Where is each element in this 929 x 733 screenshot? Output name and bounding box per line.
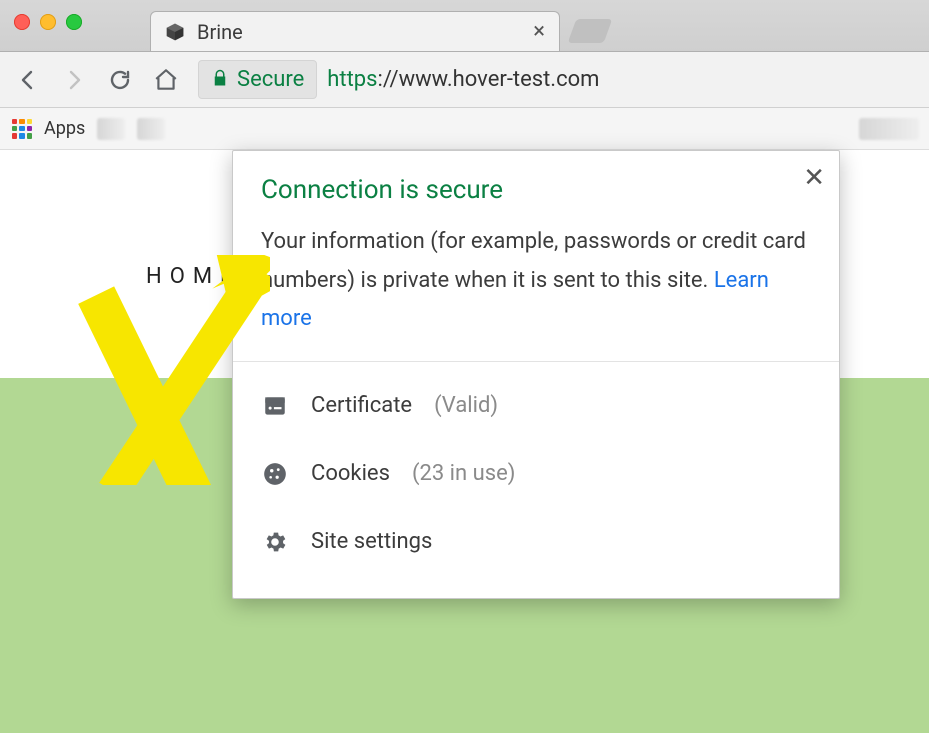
certificate-icon	[261, 392, 289, 420]
tab-active[interactable]: Brine ×	[150, 11, 560, 51]
new-tab-button[interactable]	[568, 19, 613, 43]
bookmark-overflow	[859, 108, 919, 150]
site-settings-item[interactable]: Site settings	[251, 508, 821, 576]
bookmark-item[interactable]	[97, 118, 125, 140]
window-maximize-button[interactable]	[66, 14, 82, 30]
apps-label[interactable]: Apps	[44, 118, 85, 139]
gear-icon	[261, 528, 289, 556]
cookies-status: (23 in use)	[412, 461, 515, 486]
page-content: HOME ✕ Connection is secure Your informa…	[0, 150, 929, 733]
url-text: https://www.hover-test.com	[327, 67, 599, 92]
reload-button[interactable]	[106, 66, 134, 94]
home-button[interactable]	[152, 66, 180, 94]
bookmark-item[interactable]	[137, 118, 165, 140]
nav-bar: Secure https://www.hover-test.com	[0, 52, 929, 108]
url-rest: ://www.hover-test.com	[378, 67, 600, 92]
bookmark-item[interactable]	[859, 118, 919, 140]
window-close-button[interactable]	[14, 14, 30, 30]
address-bar[interactable]: Secure https://www.hover-test.com	[198, 60, 915, 100]
tab-strip: Brine ×	[150, 0, 608, 51]
back-button[interactable]	[14, 66, 42, 94]
url-scheme: https	[327, 67, 377, 92]
popover-text: Your information (for example, passwords…	[261, 223, 811, 339]
window-minimize-button[interactable]	[40, 14, 56, 30]
cookie-icon	[261, 460, 289, 488]
tab-close-button[interactable]: ×	[533, 19, 545, 44]
certificate-item[interactable]: Certificate (Valid)	[251, 372, 821, 440]
certificate-status: (Valid)	[434, 393, 498, 418]
certificate-label: Certificate	[311, 393, 412, 418]
browser-window: Brine × Secure https://www.	[0, 0, 929, 733]
forward-button[interactable]	[60, 66, 88, 94]
security-popover: ✕ Connection is secure Your information …	[232, 150, 840, 599]
security-chip[interactable]: Secure	[198, 60, 317, 99]
apps-icon[interactable]	[12, 119, 32, 139]
popover-title: Connection is secure	[261, 175, 811, 205]
favicon-icon	[165, 22, 185, 42]
site-nav-home[interactable]: HOME	[146, 264, 241, 289]
bookmarks-bar: Apps	[0, 108, 929, 150]
lock-icon	[211, 69, 229, 91]
tab-title: Brine	[197, 20, 521, 44]
secure-label: Secure	[237, 67, 304, 92]
window-controls	[14, 14, 82, 30]
cookies-item[interactable]: Cookies (23 in use)	[251, 440, 821, 508]
popover-body: Connection is secure Your information (f…	[233, 151, 839, 362]
popover-close-button[interactable]: ✕	[803, 163, 825, 193]
site-settings-label: Site settings	[311, 529, 432, 554]
popover-list: Certificate (Valid) Cookies (23 in use) …	[233, 362, 839, 598]
cookies-label: Cookies	[311, 461, 390, 486]
title-bar: Brine ×	[0, 0, 929, 52]
